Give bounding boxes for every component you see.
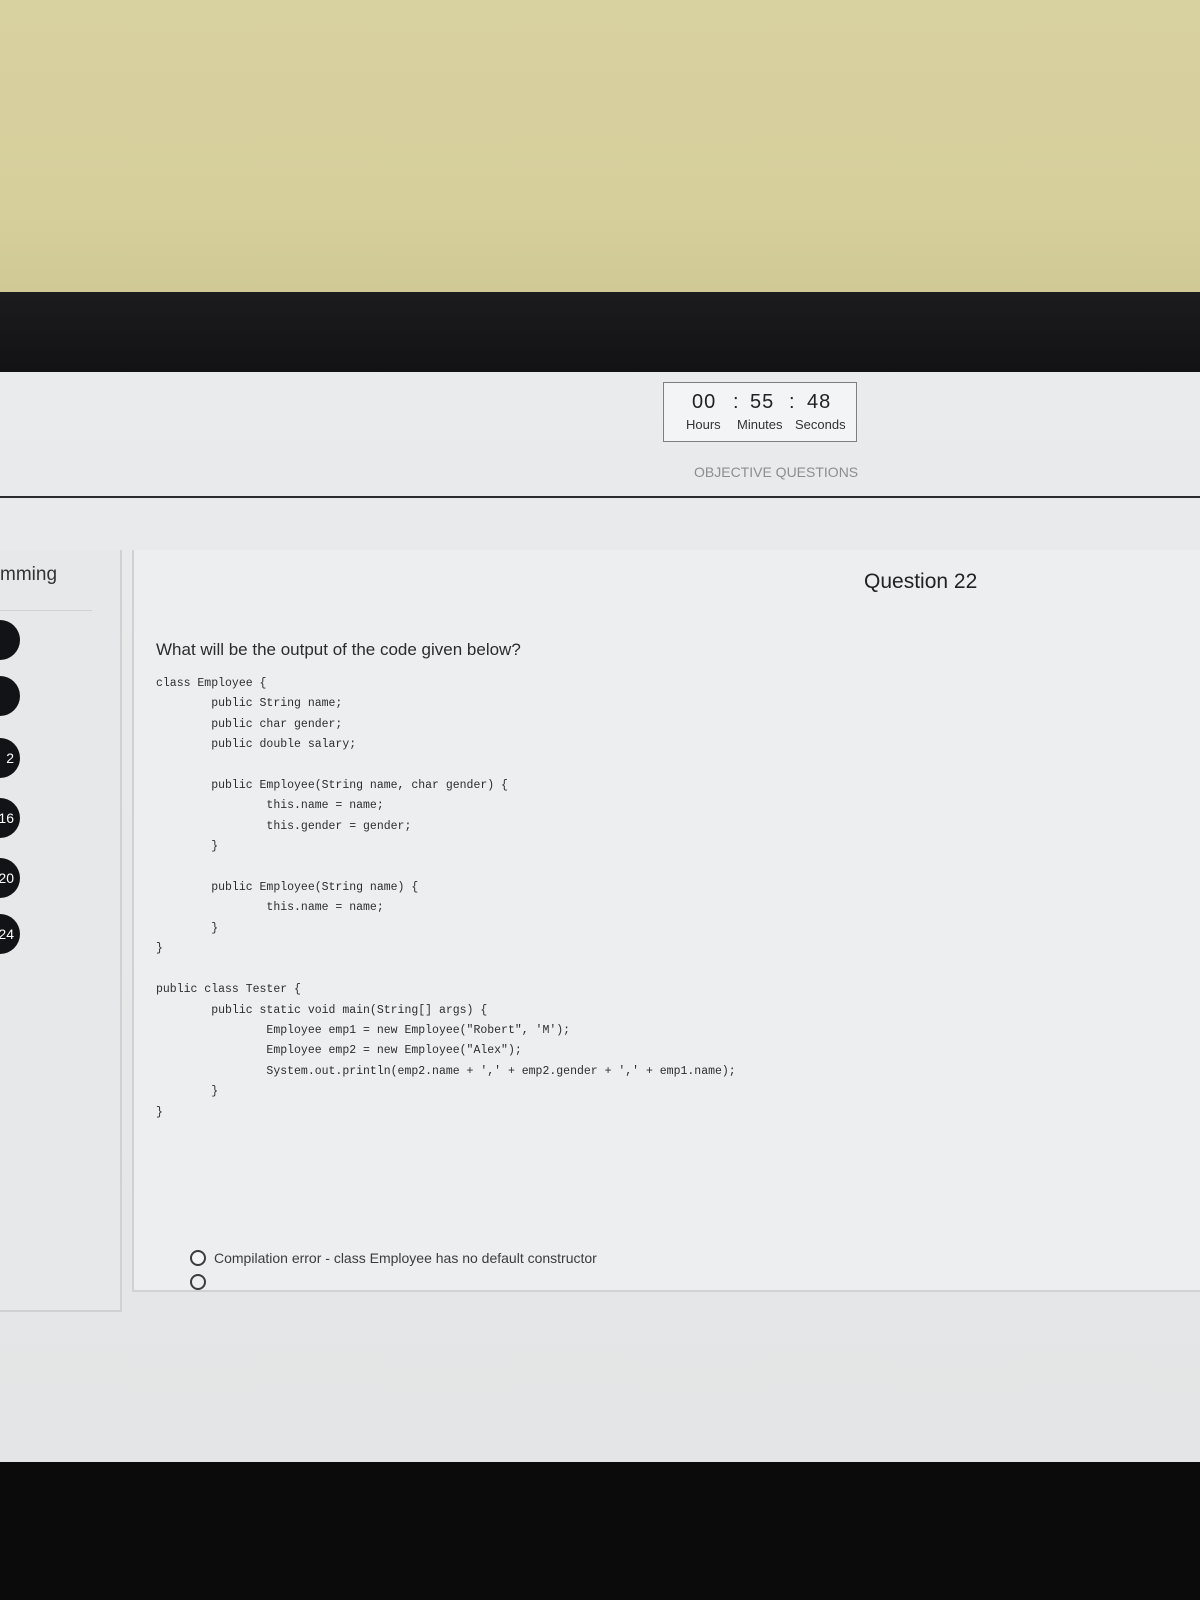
question-nav-button[interactable]: 2 — [0, 738, 20, 778]
answer-option-label: Compilation error - class Employee has n… — [214, 1250, 597, 1266]
sidebar-divider — [0, 610, 92, 611]
question-sidebar: mming 2 16 20 24 — [0, 550, 122, 1312]
radio-button[interactable] — [190, 1274, 206, 1290]
question-nav-button[interactable]: 24 — [0, 914, 20, 954]
timer-seconds: 48 — [807, 391, 832, 413]
timer-seconds-label: Seconds — [795, 417, 846, 432]
question-nav-button[interactable] — [0, 620, 20, 660]
radio-button[interactable] — [190, 1250, 206, 1266]
countdown-timer: 00 : 55 : 48 Hours Minutes Seconds — [663, 382, 857, 442]
answer-option[interactable]: Compilation error - class Employee has n… — [190, 1247, 597, 1269]
timer-minutes-label: Minutes — [737, 417, 783, 432]
background-wall — [0, 0, 1200, 300]
timer-separator: : — [733, 391, 740, 413]
header-divider — [0, 496, 1200, 498]
question-prompt: What will be the output of the code give… — [156, 640, 521, 659]
question-panel: Question 22 What will be the output of t… — [132, 550, 1200, 1292]
question-nav-button[interactable]: 20 — [0, 858, 20, 898]
exam-screen: 00 : 55 : 48 Hours Minutes Seconds OBJEC… — [0, 372, 1200, 1464]
timer-hours: 00 — [692, 391, 717, 413]
question-number: Question 22 — [864, 570, 978, 593]
section-title[interactable]: OBJECTIVE QUESTIONS — [694, 464, 858, 480]
timer-minutes: 55 — [750, 391, 775, 413]
question-nav-button[interactable] — [0, 676, 20, 716]
timer-separator: : — [789, 391, 796, 413]
monitor-bezel-bottom — [0, 1462, 1200, 1600]
sidebar-section-title: mming — [0, 564, 58, 585]
question-nav-button[interactable]: 16 — [0, 798, 20, 838]
code-snippet: class Employee { public String name; pub… — [156, 677, 736, 1119]
monitor-bezel-top — [0, 292, 1200, 374]
timer-hours-label: Hours — [686, 417, 721, 432]
